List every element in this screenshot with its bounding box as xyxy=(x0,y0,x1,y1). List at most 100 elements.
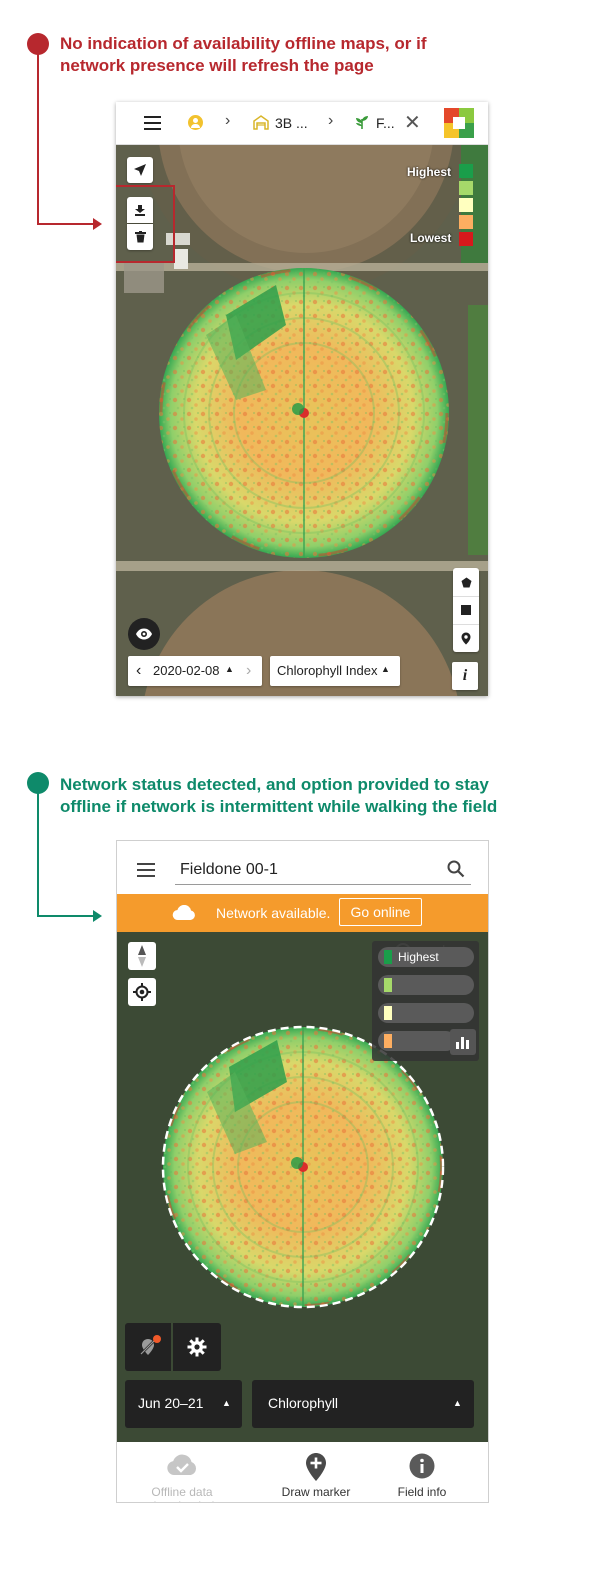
draw-tools xyxy=(453,568,479,652)
go-online-button[interactable]: Go online xyxy=(339,898,422,926)
legend-row-2 xyxy=(378,975,474,995)
hamburger-icon[interactable] xyxy=(137,863,155,877)
info-button[interactable]: i xyxy=(452,662,478,690)
legend-row-1: Highest xyxy=(378,947,474,967)
annotation-arrow-bottom xyxy=(93,910,102,922)
add-marker-icon xyxy=(306,1453,326,1481)
caret-up-icon: ▲ xyxy=(222,1398,231,1408)
download-icon xyxy=(135,205,145,216)
breadcrumb-field[interactable]: F... xyxy=(376,115,395,131)
go-online-label: Go online xyxy=(350,904,411,920)
caret-up-icon: ▲ xyxy=(225,664,234,674)
notification-dot xyxy=(153,1335,161,1343)
chevron-right-icon: › xyxy=(225,112,231,129)
download-map-button[interactable] xyxy=(127,197,153,223)
date-selector[interactable]: Jun 20–21 ▲ xyxy=(125,1380,242,1428)
search-icon[interactable] xyxy=(447,860,465,878)
tab-field-info[interactable]: Field info xyxy=(360,1442,484,1502)
caret-up-icon: ▲ xyxy=(381,664,390,674)
breadcrumb-farm[interactable]: 3B ... xyxy=(275,115,308,131)
eye-icon xyxy=(136,628,152,640)
legend-swatch-2 xyxy=(384,978,392,992)
map-pin-icon xyxy=(461,632,471,644)
screen-offline-map-v1: › 3B ... › F... ✕ Highest Lowest ‹ 2020-… xyxy=(116,102,488,696)
settings-button[interactable] xyxy=(173,1323,221,1371)
delete-map-button[interactable] xyxy=(127,224,153,250)
annotation-text-bottom-line2: offline if network is intermittent while… xyxy=(60,797,498,816)
index-value: Chlorophyll Index xyxy=(277,663,378,678)
date-value: 2020-02-08 xyxy=(153,663,220,678)
chevron-right-icon[interactable]: › xyxy=(246,662,251,680)
annotation-text-top-line1: No indication of availability offline ma… xyxy=(60,34,427,53)
annotation-text-bottom: Network status detected, and option prov… xyxy=(60,774,600,818)
index-map[interactable]: mapbox Highest xyxy=(117,932,488,1442)
draw-point-button[interactable] xyxy=(453,624,479,652)
legend-swatch-2 xyxy=(459,181,473,195)
legend-highest-label: Highest xyxy=(398,950,439,964)
legend-lowest-label: Lowest xyxy=(410,231,452,245)
annotation-connector-top xyxy=(37,50,39,224)
user-circle-icon[interactable] xyxy=(188,115,203,130)
compass-button[interactable] xyxy=(128,942,156,970)
locate-button[interactable] xyxy=(128,978,156,1006)
compass-icon xyxy=(138,945,146,967)
hamburger-icon[interactable] xyxy=(144,116,161,130)
annotation-text-top: No indication of availability offline ma… xyxy=(60,33,590,77)
trash-icon xyxy=(134,231,146,243)
hide-markers-button[interactable] xyxy=(125,1323,171,1371)
draw-polygon-button[interactable] xyxy=(453,568,479,597)
legend-swatch-4 xyxy=(459,215,473,229)
cloud-check-icon xyxy=(167,1454,197,1475)
info-icon: i xyxy=(462,667,468,684)
bottom-tab-bar: Offline data downloaded Draw marker Fiel… xyxy=(117,1442,488,1502)
gear-icon xyxy=(187,1337,207,1357)
chevron-right-icon: › xyxy=(328,112,334,129)
chevron-left-icon[interactable]: ‹ xyxy=(136,662,141,680)
annotation-text-top-line2: network presence will refresh the page xyxy=(60,56,374,75)
annotation-connector-bottom xyxy=(37,790,39,916)
draw-rectangle-button[interactable] xyxy=(453,596,479,625)
legend-swatch-1 xyxy=(384,950,392,964)
locate-button[interactable] xyxy=(127,157,153,183)
tab-label: Offline data downloaded xyxy=(150,1485,215,1502)
network-status-message: Network available. xyxy=(216,905,331,921)
annotation-arrow-top xyxy=(93,218,102,230)
tab-offline-data[interactable]: Offline data downloaded xyxy=(120,1442,244,1502)
legend-swatch-3 xyxy=(384,1006,392,1020)
app-logo xyxy=(444,108,474,138)
tab-label: Field info xyxy=(397,1485,447,1499)
legend-highest-label: Highest xyxy=(407,165,452,179)
screen-offline-map-v2: Fieldone 00-1 Network available. Go onli… xyxy=(116,840,489,1503)
crosshair-icon xyxy=(133,983,151,1001)
field-search-input[interactable]: Fieldone 00-1 xyxy=(175,857,471,885)
caret-up-icon: ▲ xyxy=(453,1398,462,1408)
square-icon xyxy=(461,605,471,615)
legend-swatch-5 xyxy=(459,232,473,246)
annotation-connector-bottom-h xyxy=(37,915,95,917)
info-icon xyxy=(409,1453,435,1479)
bar-chart-icon xyxy=(456,1037,469,1049)
index-value: Chlorophyll xyxy=(268,1395,339,1411)
histogram-button[interactable] xyxy=(450,1029,476,1055)
pentagon-icon xyxy=(461,577,471,587)
network-status-banner: Network available. Go online xyxy=(117,894,488,932)
close-icon[interactable]: ✕ xyxy=(404,110,421,135)
plant-icon xyxy=(354,114,370,130)
legend-swatch-1 xyxy=(459,164,473,178)
legend-swatch-3 xyxy=(459,198,473,212)
index-selector[interactable]: Chlorophyll ▲ xyxy=(252,1380,474,1428)
index-selector[interactable]: Chlorophyll Index ▲ xyxy=(270,656,400,686)
legend-swatch-4 xyxy=(384,1034,392,1048)
navigation-arrow-icon xyxy=(134,164,146,176)
annotation-text-bottom-line1: Network status detected, and option prov… xyxy=(60,775,489,794)
legend-row-4 xyxy=(378,1031,456,1051)
satellite-map[interactable]: Highest Lowest ‹ 2020-02-08 ▲ › Chloroph… xyxy=(116,145,488,696)
visibility-toggle-button[interactable] xyxy=(128,618,160,650)
date-selector[interactable]: ‹ 2020-02-08 ▲ › xyxy=(128,656,262,686)
index-legend: Highest xyxy=(372,941,479,1061)
field-search-value: Fieldone 00-1 xyxy=(180,861,278,878)
cloud-icon xyxy=(172,905,195,921)
search-header: Fieldone 00-1 xyxy=(117,841,488,894)
annotation-connector-top-h xyxy=(37,223,95,225)
legend-row-3 xyxy=(378,1003,474,1023)
